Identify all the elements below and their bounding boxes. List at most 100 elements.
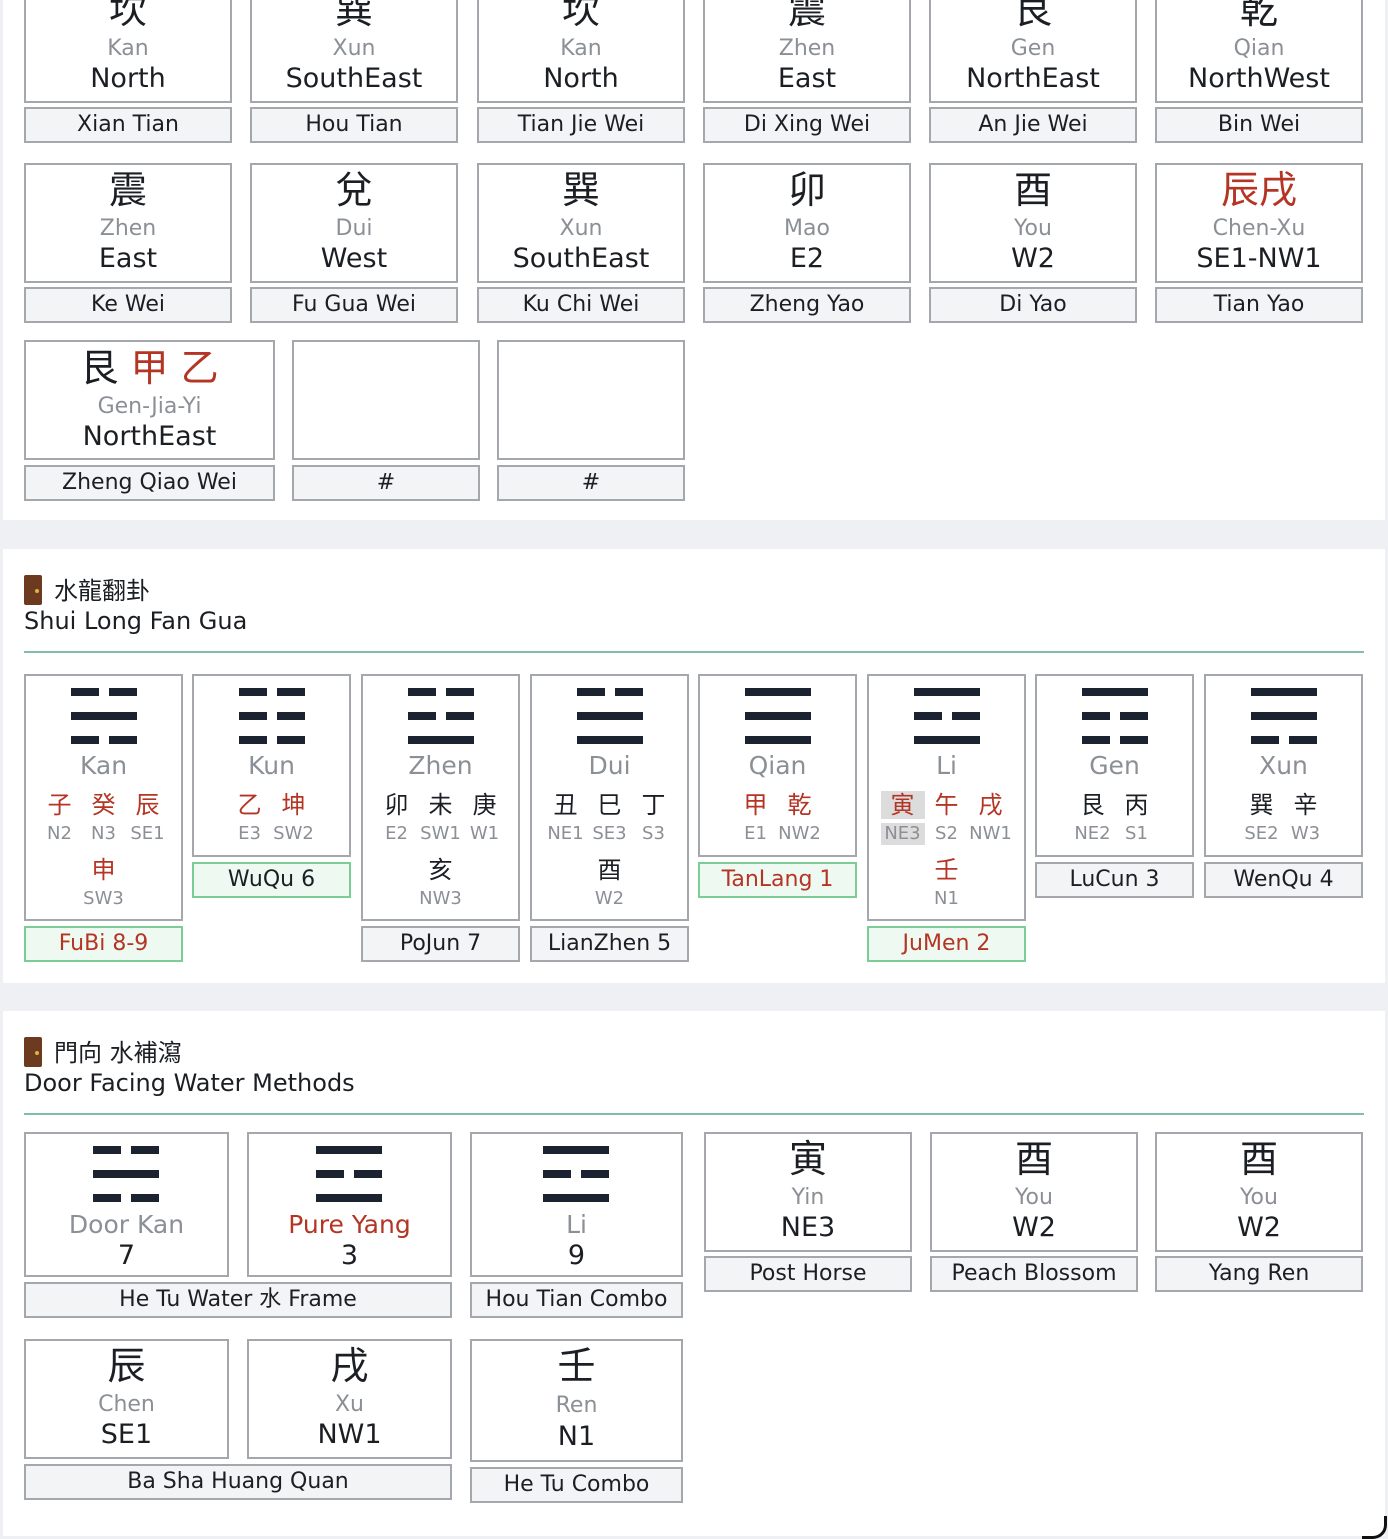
position-cell[interactable]: 巽 Xun SouthEast — [477, 163, 685, 283]
pure-yang-label: Pure Yang — [288, 1210, 411, 1239]
branch-char: 巽 — [1249, 791, 1274, 819]
ba-sha-cell-xu[interactable]: 戌 Xu NW1 — [247, 1339, 452, 1459]
branch-char: 坤 — [281, 791, 306, 819]
trigram-cell-kun[interactable]: Kun 乙坤 E3 SW2 — [192, 674, 351, 857]
position-cell[interactable]: 坎 Kan North — [24, 0, 232, 103]
yin-line-segment — [70, 688, 99, 696]
trigram-cell-qian[interactable]: Qian 甲乾 E1 NW2 — [698, 674, 857, 857]
branch-pinyin: Xu — [334, 1392, 364, 1417]
yin-line-segment — [543, 1170, 571, 1178]
position-char: 酉 — [1013, 168, 1052, 212]
position-pinyin: Dui — [335, 216, 373, 241]
trigram-cell-xun[interactable]: Xun 巽辛 SE2 W3 — [1204, 674, 1363, 857]
position-cell[interactable]: 卯 Mao E2 — [703, 163, 911, 283]
branch-row: 艮丙 — [1037, 791, 1192, 819]
branch-char: 酉 — [1014, 1137, 1053, 1181]
door-water-panel: 門向 水補瀉 Door Facing Water Methods Door Ka… — [3, 1011, 1385, 1536]
branch-char: 寅 — [880, 791, 925, 819]
trigram-name: Qian — [748, 751, 807, 780]
yang-line — [543, 1194, 609, 1202]
position-cell-gen-jia-yi[interactable]: 艮 甲 乙 Gen-Jia-Yi NorthEast — [24, 340, 275, 460]
position-pinyin: Gen — [1010, 36, 1056, 61]
branch-char: 卯 — [384, 791, 409, 819]
door-single-cell[interactable]: 寅 Yin NE3 — [704, 1132, 912, 1252]
branch-pinyin: Yin — [791, 1185, 825, 1210]
he-tu-combo-cell[interactable]: 壬 Ren N1 — [470, 1339, 683, 1462]
position-cell[interactable]: 巽 Xun SouthEast — [250, 0, 458, 103]
branch-char: 丑 — [553, 791, 578, 819]
hou-tian-caption: Hou Tian Combo — [470, 1282, 683, 1318]
door-single-cell[interactable]: 酉 You W2 — [1155, 1132, 1363, 1252]
door-kan-cell[interactable]: Door Kan 7 — [24, 1132, 229, 1277]
empty-caption: # — [497, 465, 685, 501]
hou-tian-cell[interactable]: Li 9 — [470, 1132, 683, 1277]
position-pinyin: Chen-Xu — [1212, 216, 1306, 241]
door-single-cell[interactable]: 酉 You W2 — [930, 1132, 1138, 1252]
sector-label: N2 — [47, 823, 72, 844]
position-char: 震 — [108, 168, 147, 212]
position-pinyin: Xun — [559, 216, 603, 241]
trigram-cell-gen[interactable]: Gen 艮丙 NE2 S1 — [1035, 674, 1194, 857]
branch-char: 子 — [47, 791, 72, 819]
yang-line — [316, 1146, 382, 1154]
position-direction: North — [90, 63, 166, 94]
trigram-name: Li — [936, 751, 957, 780]
sector-label: S1 — [1125, 823, 1148, 844]
branch-char: 丁 — [641, 791, 666, 819]
branch-row: 寅午戌 — [869, 791, 1024, 819]
extra-sector-label: SW3 — [83, 888, 124, 909]
position-cell[interactable]: 兌 Dui West — [250, 163, 458, 283]
branch-row: 乙坤 — [194, 791, 349, 819]
empty-cell — [292, 340, 480, 460]
section-divider — [24, 1113, 1364, 1115]
trigram-cell-zhen[interactable]: Zhen 卯未庚 E2 SW1 W1 亥 NW3 — [361, 674, 520, 921]
trigram-cell-kan[interactable]: Kan 子癸辰 N2 N3 SE1 申 SW3 — [24, 674, 183, 921]
branch-pinyin: Chen — [98, 1392, 155, 1417]
trigram-name: Zhen — [408, 751, 473, 780]
trigram-name: Xun — [1259, 751, 1308, 780]
position-pinyin: Qian — [1233, 36, 1285, 61]
position-cell[interactable]: 坎 Kan North — [477, 0, 685, 103]
trigram-cell-li[interactable]: Li 寅午戌 NE3 S2 NW1 壬 N1 — [867, 674, 1026, 921]
trigram-name: Gen — [1089, 751, 1140, 780]
sector-label: E2 — [385, 823, 408, 844]
pure-yang-cell[interactable]: Pure Yang 3 — [247, 1132, 452, 1277]
branch-direction: W2 — [1237, 1212, 1281, 1243]
position-char: 巽 — [561, 168, 600, 212]
position-pinyin: Xun — [332, 36, 376, 61]
yang-line — [744, 688, 811, 696]
position-cell[interactable]: 艮 Gen NorthEast — [929, 0, 1137, 103]
section-title: 門向 水補瀉 — [24, 1033, 182, 1068]
door-single-caption: Peach Blossom — [930, 1256, 1138, 1292]
branch-direction: NW1 — [317, 1419, 382, 1450]
branch-row: 卯未庚 — [363, 791, 518, 819]
position-cell[interactable]: 乾 Qian NorthWest — [1155, 0, 1363, 103]
position-char: 乾 — [1239, 0, 1278, 32]
branch-direction: W2 — [1012, 1212, 1056, 1243]
yang-line — [576, 712, 643, 720]
position-cell[interactable]: 辰戌 Chen-Xu SE1-NW1 — [1155, 163, 1363, 283]
position-cell[interactable]: 震 Zhen East — [24, 163, 232, 283]
branch-pinyin: Ren — [555, 1393, 598, 1418]
empty-caption: # — [292, 465, 480, 501]
position-direction: North — [543, 63, 619, 94]
sector-row: NE3 S2 NW1 — [869, 823, 1024, 845]
branch-char: 辰 — [135, 791, 160, 819]
section-subtitle: Door Facing Water Methods — [24, 1069, 355, 1097]
position-cell[interactable]: 震 Zhen East — [703, 0, 911, 103]
branch-char: 未 — [428, 791, 453, 819]
branch-char: 辛 — [1293, 791, 1318, 819]
position-char: 巽 — [334, 0, 373, 32]
yin-line-segment — [913, 712, 942, 720]
trigram-cell-dui[interactable]: Dui 丑巳丁 NE1 SE3 S3 酉 W2 — [530, 674, 689, 921]
sector-label: NE1 — [547, 823, 584, 844]
position-cell[interactable]: 酉 You W2 — [929, 163, 1137, 283]
position-direction: NorthEast — [82, 421, 217, 452]
position-direction: East — [777, 63, 837, 94]
sector-label: SE2 — [1244, 823, 1279, 844]
yang-line — [1250, 712, 1317, 720]
ba-sha-cell-chen[interactable]: 辰 Chen SE1 — [24, 1339, 229, 1459]
star-caption: WenQu 4 — [1204, 862, 1363, 898]
position-caption: Zheng Yao — [703, 287, 911, 323]
yin-line-segment — [276, 688, 305, 696]
